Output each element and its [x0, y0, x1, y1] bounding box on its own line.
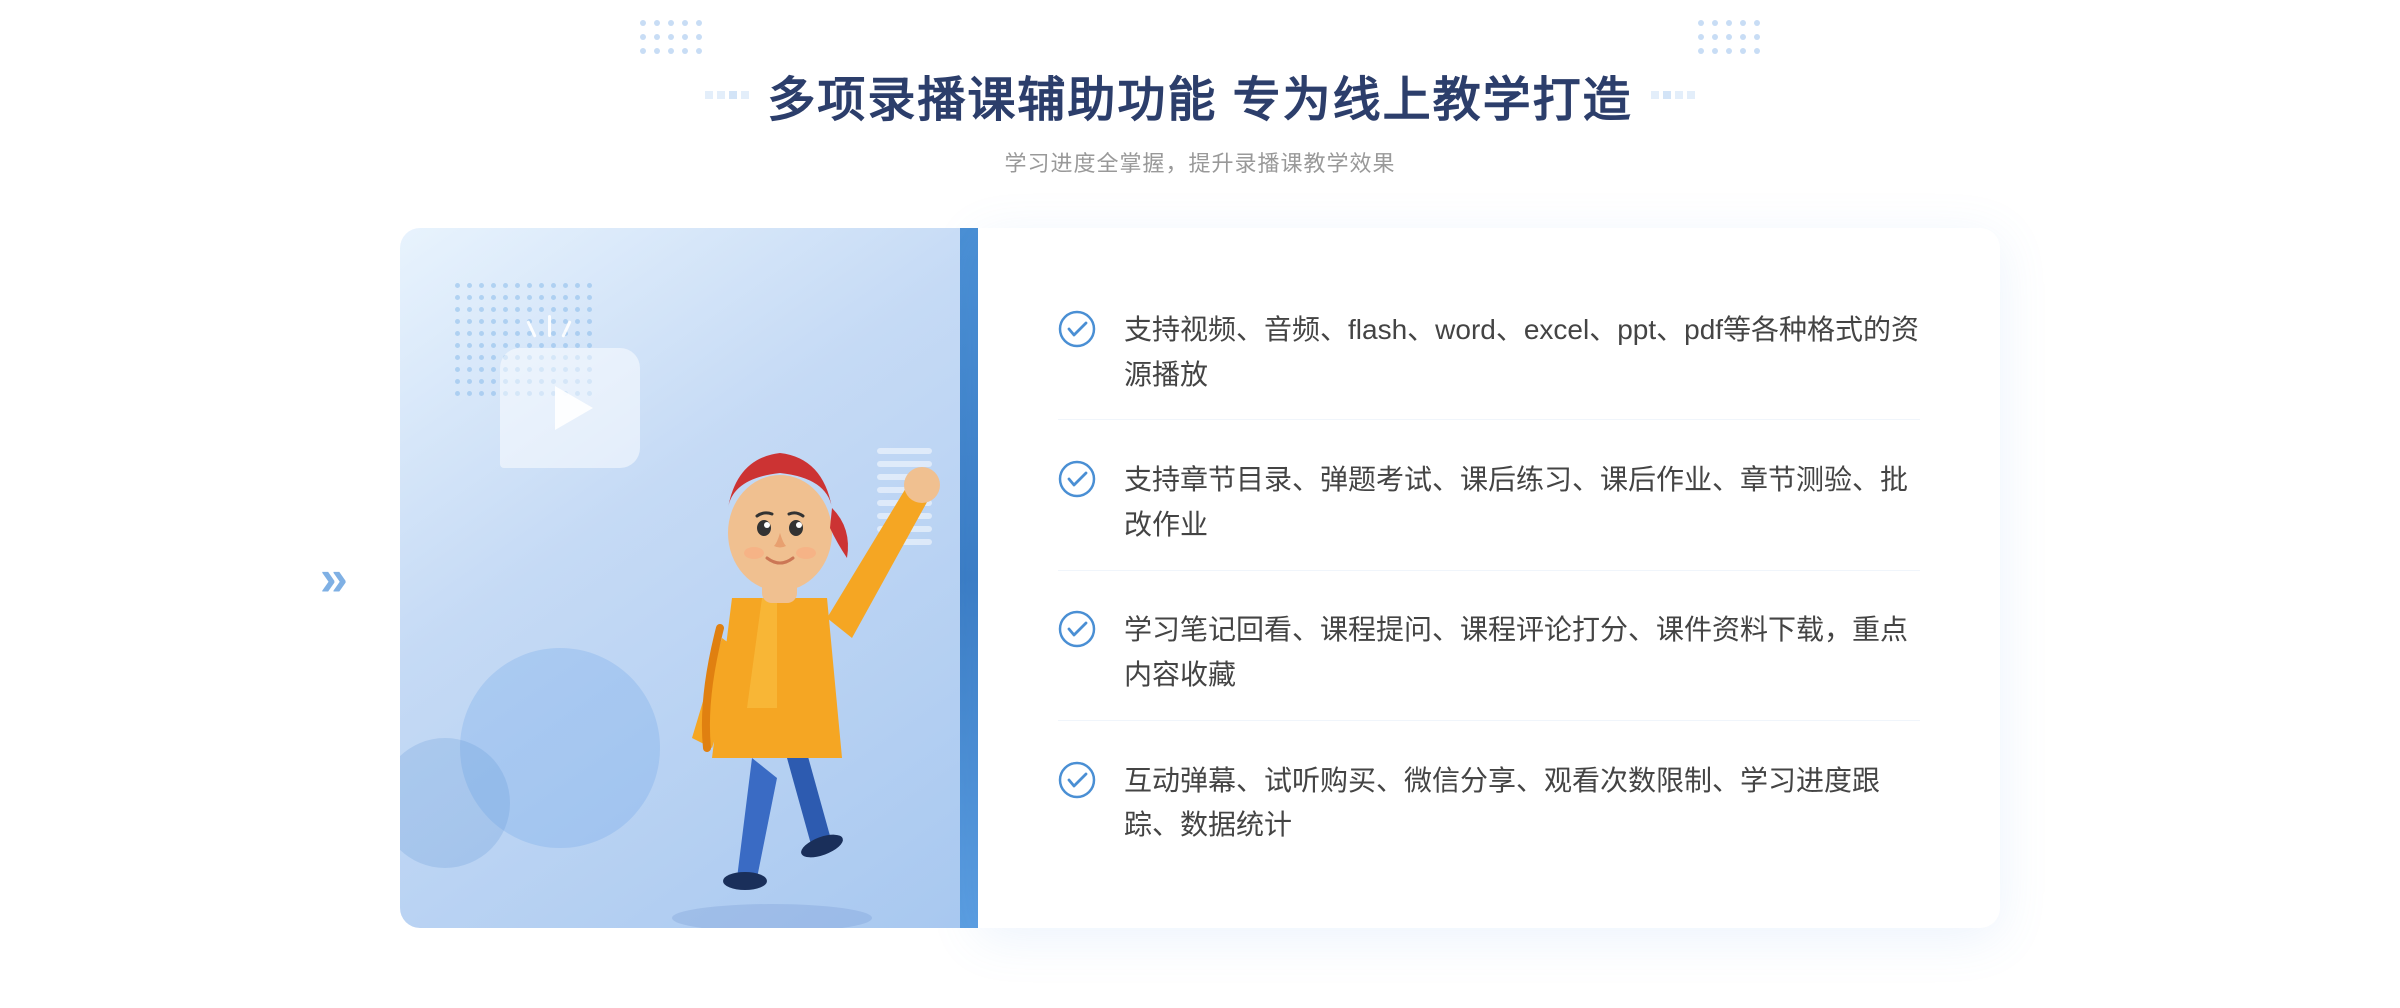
left-chevron-decoration: » [320, 549, 340, 607]
check-icon-1 [1058, 310, 1096, 348]
feature-text-1: 支持视频、音频、flash、word、excel、ppt、pdf等各种格式的资源… [1124, 308, 1920, 398]
content-area: » document.currentScript.insertAdjacentH… [400, 228, 2000, 928]
check-icon-2 [1058, 460, 1096, 498]
check-icon-3 [1058, 610, 1096, 648]
illustration-panel: document.currentScript.insertAdjacentHTM… [400, 228, 960, 928]
feature-text-4: 互动弹幕、试听购买、微信分享、观看次数限制、学习进度跟踪、数据统计 [1124, 759, 1920, 849]
person-illustration [612, 398, 952, 928]
feature-item-1: 支持视频、音频、flash、word、excel、ppt、pdf等各种格式的资源… [1058, 286, 1920, 421]
feature-item-4: 互动弹幕、试听购买、微信分享、观看次数限制、学习进度跟踪、数据统计 [1058, 737, 1920, 871]
feature-item-2: 支持章节目录、弹题考试、课后练习、课后作业、章节测验、批改作业 [1058, 436, 1920, 571]
features-panel: 支持视频、音频、flash、word、excel、ppt、pdf等各种格式的资源… [978, 228, 2000, 928]
title-decoration-right [1651, 91, 1695, 99]
left-blue-bar [960, 228, 978, 928]
title-row: 多项录播课辅助功能 专为线上教学打造 [705, 60, 1694, 130]
feature-text-3: 学习笔记回看、课程提问、课程评论打分、课件资料下载，重点内容收藏 [1124, 608, 1920, 698]
page-container: 多项录播课辅助功能 专为线上教学打造 学习进度全掌握，提升录播课教学效果 » d… [0, 0, 2400, 1008]
feature-item-3: 学习笔记回看、课程提问、课程评论打分、课件资料下载，重点内容收藏 [1058, 586, 1920, 721]
main-title: 多项录播课辅助功能 专为线上教学打造 [767, 60, 1632, 130]
play-icon [555, 386, 593, 430]
feature-text-2: 支持章节目录、弹题考试、课后练习、课后作业、章节测验、批改作业 [1124, 458, 1920, 548]
top-dots-left-decoration [640, 20, 702, 62]
header-section: 多项录播课辅助功能 专为线上教学打造 学习进度全掌握，提升录播课教学效果 [705, 60, 1694, 178]
top-dots-right-decoration [1698, 20, 1760, 62]
check-icon-4 [1058, 761, 1096, 799]
title-decoration-left [705, 91, 749, 99]
subtitle: 学习进度全掌握，提升录播课教学效果 [705, 146, 1694, 178]
